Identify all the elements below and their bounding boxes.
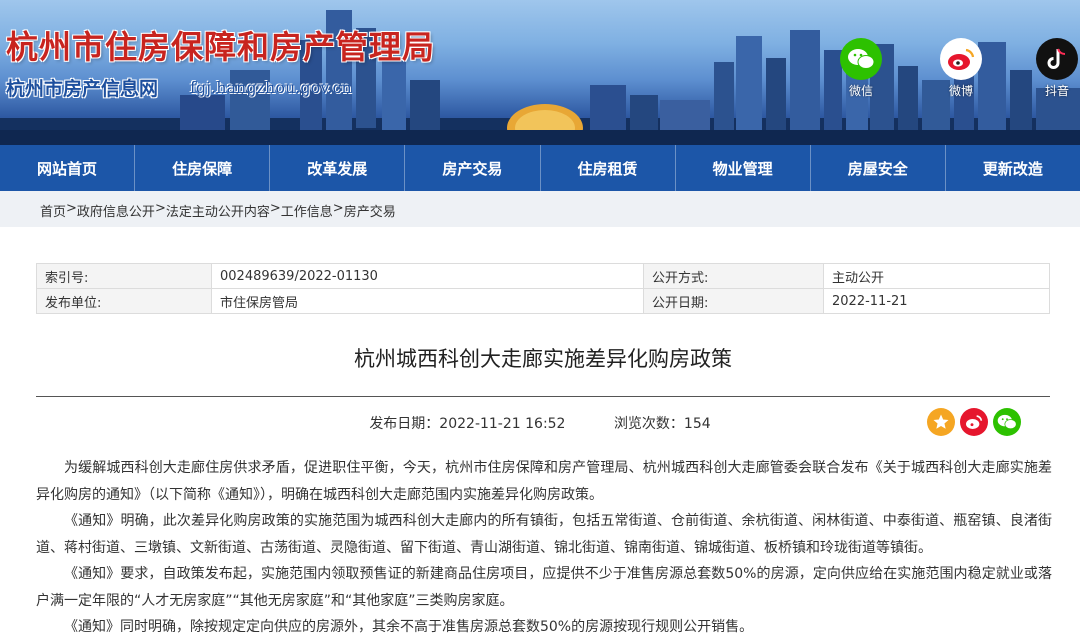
publisher-value: 市住保房管局 [211, 288, 644, 314]
article-title: 杭州城西科创大走廊实施差异化购房政策 [354, 347, 732, 371]
breadcrumb-item[interactable]: 政府信息公开 [77, 201, 155, 220]
wechat-icon [840, 38, 882, 80]
breadcrumb-item[interactable]: 工作信息 [281, 201, 333, 220]
nav-item-home[interactable]: 网站首页 [0, 145, 136, 191]
breadcrumb-item[interactable]: 房产交易 [344, 201, 396, 220]
douyin-link[interactable]: 抖音 [1034, 38, 1080, 99]
site-subtitle[interactable]: 杭州市房产信息网 [6, 74, 158, 101]
index-value: 002489639/2022-01130 [211, 263, 644, 289]
open-mode-value: 主动公开 [823, 263, 1050, 289]
view-count: 浏览次数：154 [613, 416, 711, 432]
breadcrumb-separator: > [269, 201, 281, 216]
open-mode-label: 公开方式: [643, 263, 824, 289]
document-meta-table: 索引号: 002489639/2022-01130 公开方式: 主动公开 发布单… [36, 263, 1050, 314]
douyin-label: 抖音 [1044, 84, 1069, 98]
douyin-icon [1036, 38, 1078, 80]
site-url[interactable]: fgj.hangzhou.gov.cn [190, 78, 352, 97]
breadcrumb-separator: > [154, 201, 166, 216]
open-date-value: 2022-11-21 [823, 288, 1050, 314]
article-paragraph: 为缓解城西科创大走廊住房供求矛盾，促进职住平衡，今天，杭州市住房保障和房产管理局… [36, 460, 1052, 503]
breadcrumb-bar: 首页 > 政府信息公开 > 法定主动公开内容 > 工作信息 > 房产交易 [0, 191, 1080, 227]
table-row: 发布单位: 市住保房管局 公开日期: 2022-11-21 [36, 288, 1050, 314]
table-row: 索引号: 002489639/2022-01130 公开方式: 主动公开 [36, 263, 1050, 289]
article-paragraph: 《通知》明确，此次差异化购房政策的实施范围为城西科创大走廊内的所有镇街，包括五常… [36, 513, 1052, 556]
publisher-label: 发布单位: [36, 288, 212, 314]
breadcrumb-item[interactable]: 首页 [40, 201, 66, 220]
weibo-icon [940, 38, 982, 80]
wechat-label: 微信 [848, 84, 873, 98]
article-paragraph: 《通知》要求，自政策发布起，实施范围内领取预售证的新建商品住房项目，应提供不少于… [36, 566, 1052, 609]
article-paragraph: 《通知》同时明确，除按规定定向供应的房源外，其余不高于准售房源总套数50%的房源… [64, 619, 754, 635]
nav-item-trading[interactable]: 房产交易 [405, 145, 541, 191]
nav-item-renewal[interactable]: 更新改造 [946, 145, 1080, 191]
nav-item-reform[interactable]: 改革发展 [270, 145, 406, 191]
title-divider [36, 396, 1050, 397]
article-body: 为缓解城西科创大走廊住房供求矛盾，促进职住平衡，今天，杭州市住房保障和房产管理局… [36, 455, 1052, 641]
wechat-link[interactable]: 微信 [838, 38, 884, 99]
weibo-link[interactable]: 微博 [938, 38, 984, 99]
share-wechat-button[interactable] [993, 408, 1021, 436]
nav-item-rental[interactable]: 住房租赁 [541, 145, 676, 191]
breadcrumb: 首页 > 政府信息公开 > 法定主动公开内容 > 工作信息 > 房产交易 [40, 201, 396, 220]
publish-date: 发布日期：2022-11-21 16:52 [369, 416, 566, 432]
breadcrumb-separator: > [66, 201, 77, 216]
wechat-icon [997, 414, 1017, 430]
share-favorite-button[interactable] [927, 408, 955, 436]
index-label: 索引号: [36, 263, 212, 289]
weibo-icon [966, 415, 983, 429]
breadcrumb-item[interactable]: 法定主动公开内容 [166, 201, 270, 220]
open-date-label: 公开日期: [643, 288, 824, 314]
site-title: 杭州市住房保障和房产管理局 [6, 28, 436, 66]
main-nav: 网站首页 住房保障 改革发展 房产交易 住房租赁 物业管理 房屋安全 更新改造 [0, 145, 1080, 191]
share-weibo-button[interactable] [960, 408, 988, 436]
article-meta: 发布日期：2022-11-21 16:52 浏览次数：154 [0, 413, 1080, 433]
breadcrumb-separator: > [332, 201, 344, 216]
weibo-label: 微博 [948, 84, 973, 98]
nav-item-property[interactable]: 物业管理 [676, 145, 811, 191]
nav-item-safety[interactable]: 房屋安全 [811, 145, 946, 191]
nav-item-housing-security[interactable]: 住房保障 [135, 145, 271, 191]
site-banner: 杭州市住房保障和房产管理局 杭州市房产信息网 fgj.hangzhou.gov.… [0, 0, 1080, 145]
favorite-icon [933, 414, 949, 429]
